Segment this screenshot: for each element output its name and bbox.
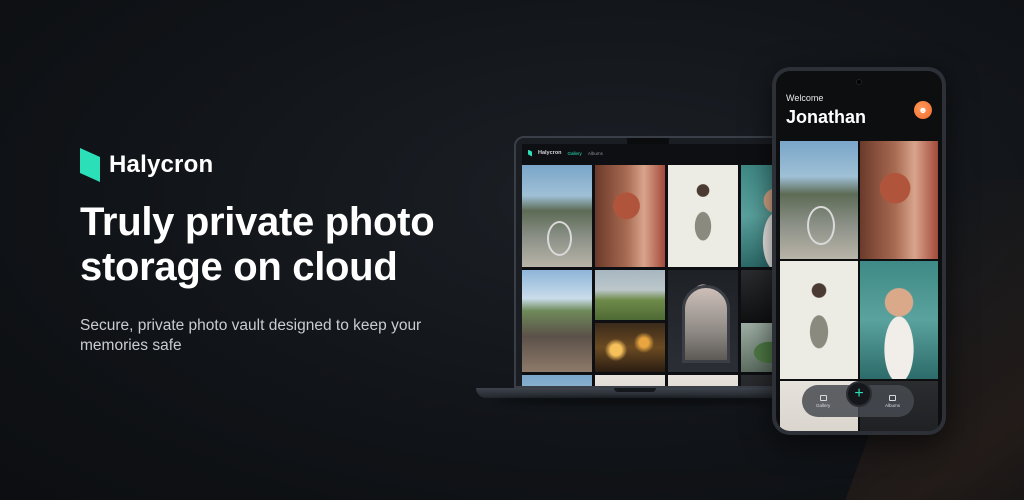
avatar[interactable]: ☻ xyxy=(914,101,932,119)
photo-thumbnail[interactable] xyxy=(522,165,592,267)
laptop-lid: Halycron Gallery Albums xyxy=(514,136,782,388)
photo-thumbnail[interactable] xyxy=(860,141,938,259)
photo-thumbnail[interactable] xyxy=(522,375,592,386)
photo-thumbnail[interactable] xyxy=(595,270,665,320)
photo-thumbnail[interactable] xyxy=(668,375,738,386)
photo-thumbnail[interactable] xyxy=(780,261,858,379)
tab-albums[interactable]: Albums xyxy=(588,151,603,156)
laptop-app-header: Halycron Gallery Albums xyxy=(522,144,774,162)
albums-icon xyxy=(888,394,896,401)
user-name: Jonathan xyxy=(786,107,867,127)
photo-thumbnail[interactable] xyxy=(668,270,738,372)
nav-gallery[interactable]: Gallery xyxy=(816,394,831,408)
photo-thumbnail[interactable] xyxy=(741,165,774,267)
phone-screen: Welcome Jonathan ☻ Gallery Albums + xyxy=(776,71,942,431)
laptop-app-name: Halycron xyxy=(538,150,562,156)
photo-thumbnail[interactable] xyxy=(522,270,592,372)
photo-thumbnail[interactable] xyxy=(860,261,938,379)
nav-albums[interactable]: Albums xyxy=(884,394,900,408)
photo-thumbnail[interactable] xyxy=(595,165,665,267)
halycron-logo-icon xyxy=(80,148,100,182)
nav-albums-label: Albums xyxy=(884,402,900,408)
photo-thumbnail[interactable] xyxy=(741,322,774,372)
smiley-icon: ☻ xyxy=(918,105,928,115)
subtitle: Secure, private photo vault designed to … xyxy=(80,317,422,354)
app-logo-icon xyxy=(528,149,532,157)
nav-gallery-label: Gallery xyxy=(816,402,831,408)
photo-thumbnail[interactable] xyxy=(595,322,665,372)
laptop-photo-grid xyxy=(522,162,774,386)
photo-thumbnail[interactable] xyxy=(741,375,774,386)
photo-thumbnail[interactable] xyxy=(668,165,738,267)
add-photo-button[interactable]: + xyxy=(846,381,872,407)
laptop-base-notch xyxy=(614,388,656,392)
tab-gallery[interactable]: Gallery xyxy=(568,151,582,156)
welcome-label: Welcome xyxy=(786,93,824,103)
phone-mockup: Welcome Jonathan ☻ Gallery Albums + xyxy=(772,67,946,435)
brand-name: Halycron xyxy=(109,151,214,178)
camera-icon xyxy=(856,79,862,85)
laptop-screen: Halycron Gallery Albums xyxy=(522,144,774,386)
photo-thumbnail[interactable] xyxy=(741,270,774,320)
photo-thumbnail[interactable] xyxy=(595,375,665,386)
brand: Halycron xyxy=(80,148,213,182)
photo-stack xyxy=(595,270,665,372)
headline: Truly private photo storage on cloud xyxy=(80,200,435,289)
plus-icon: + xyxy=(854,385,864,402)
photo-stack xyxy=(741,270,774,372)
laptop-shadow xyxy=(496,398,774,404)
photo-thumbnail[interactable] xyxy=(780,141,858,259)
gallery-icon xyxy=(819,394,827,401)
laptop-mockup: Halycron Gallery Albums xyxy=(476,136,794,418)
